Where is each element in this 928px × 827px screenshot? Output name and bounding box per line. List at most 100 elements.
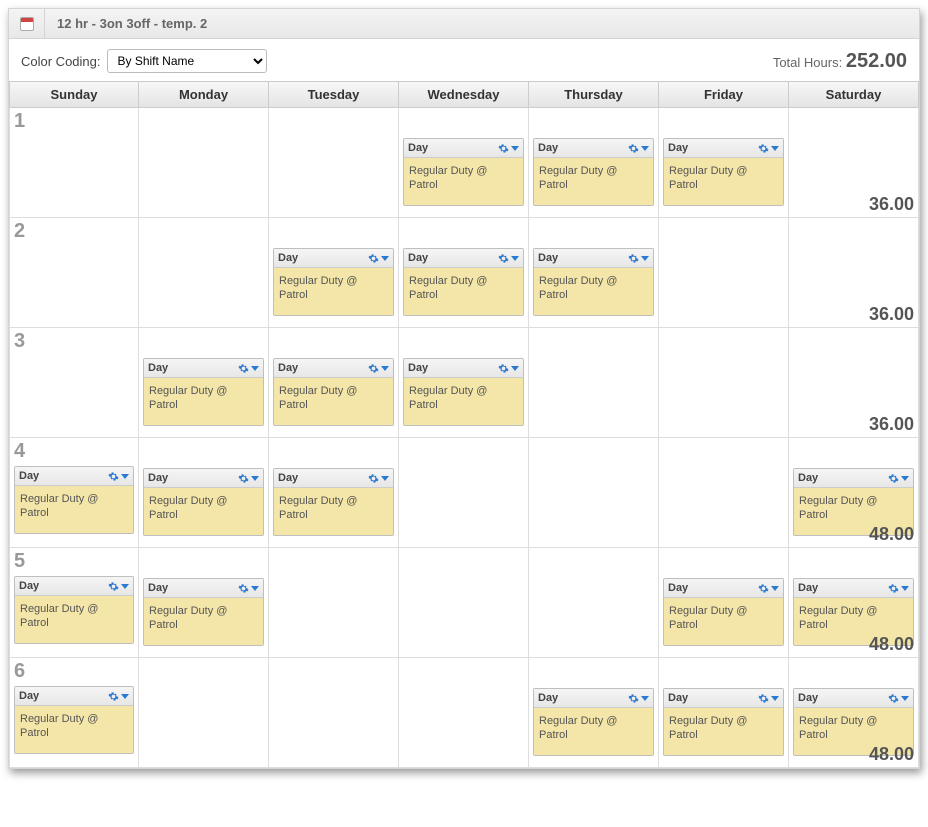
calendar-cell[interactable]	[269, 548, 399, 658]
gear-icon[interactable]	[888, 583, 899, 594]
gear-icon[interactable]	[758, 583, 769, 594]
calendar-cell[interactable]	[529, 548, 659, 658]
calendar-cell[interactable]: DayRegular Duty @ Patrol	[139, 438, 269, 548]
shift-card[interactable]: DayRegular Duty @ Patrol	[663, 688, 784, 756]
gear-icon[interactable]	[238, 473, 249, 484]
calendar-cell[interactable]	[139, 108, 269, 218]
chevron-down-icon[interactable]	[771, 586, 779, 591]
calendar-cell[interactable]	[269, 108, 399, 218]
calendar-cell[interactable]: 2	[9, 218, 139, 328]
shift-card[interactable]: DayRegular Duty @ Patrol	[273, 358, 394, 426]
calendar-cell[interactable]: DayRegular Duty @ Patrol	[659, 548, 789, 658]
calendar-cell[interactable]: 36.00	[789, 328, 919, 438]
chevron-down-icon[interactable]	[381, 256, 389, 261]
gear-icon[interactable]	[758, 143, 769, 154]
shift-card[interactable]: DayRegular Duty @ Patrol	[403, 358, 524, 426]
chevron-down-icon[interactable]	[771, 696, 779, 701]
calendar-cell[interactable]	[399, 438, 529, 548]
calendar-cell[interactable]: DayRegular Duty @ Patrol	[269, 328, 399, 438]
shift-card[interactable]: DayRegular Duty @ Patrol	[663, 138, 784, 206]
shift-card[interactable]: DayRegular Duty @ Patrol	[663, 578, 784, 646]
gear-icon[interactable]	[238, 583, 249, 594]
gear-icon[interactable]	[238, 363, 249, 374]
calendar-cell[interactable]	[659, 438, 789, 548]
calendar-cell[interactable]: 48.00DayRegular Duty @ Patrol	[789, 548, 919, 658]
calendar-cell[interactable]: DayRegular Duty @ Patrol	[659, 108, 789, 218]
chevron-down-icon[interactable]	[511, 256, 519, 261]
gear-icon[interactable]	[628, 253, 639, 264]
gear-icon[interactable]	[498, 253, 509, 264]
shift-card[interactable]: DayRegular Duty @ Patrol	[14, 466, 134, 534]
calendar-cell[interactable]: DayRegular Duty @ Patrol	[399, 108, 529, 218]
calendar-cell[interactable]: 5DayRegular Duty @ Patrol	[9, 548, 139, 658]
shift-card[interactable]: DayRegular Duty @ Patrol	[143, 578, 264, 646]
chevron-down-icon[interactable]	[641, 696, 649, 701]
chevron-down-icon[interactable]	[121, 694, 129, 699]
shift-card[interactable]: DayRegular Duty @ Patrol	[403, 248, 524, 316]
gear-icon[interactable]	[498, 143, 509, 154]
calendar-cell[interactable]	[529, 438, 659, 548]
calendar-cell[interactable]: DayRegular Duty @ Patrol	[529, 108, 659, 218]
calendar-cell[interactable]: 48.00DayRegular Duty @ Patrol	[789, 438, 919, 548]
calendar-cell[interactable]: 3	[9, 328, 139, 438]
chevron-down-icon[interactable]	[251, 586, 259, 591]
calendar-cell[interactable]	[399, 548, 529, 658]
calendar-cell[interactable]	[139, 218, 269, 328]
gear-icon[interactable]	[888, 473, 899, 484]
gear-icon[interactable]	[628, 143, 639, 154]
calendar-cell[interactable]: DayRegular Duty @ Patrol	[139, 548, 269, 658]
chevron-down-icon[interactable]	[511, 366, 519, 371]
calendar-cell[interactable]: 48.00DayRegular Duty @ Patrol	[789, 658, 919, 768]
chevron-down-icon[interactable]	[251, 366, 259, 371]
shift-card[interactable]: DayRegular Duty @ Patrol	[533, 248, 654, 316]
shift-card[interactable]: DayRegular Duty @ Patrol	[143, 468, 264, 536]
shift-card[interactable]: DayRegular Duty @ Patrol	[273, 468, 394, 536]
chevron-down-icon[interactable]	[381, 476, 389, 481]
chevron-down-icon[interactable]	[901, 696, 909, 701]
calendar-cell[interactable]	[529, 328, 659, 438]
gear-icon[interactable]	[888, 693, 899, 704]
chevron-down-icon[interactable]	[381, 366, 389, 371]
gear-icon[interactable]	[628, 693, 639, 704]
calendar-cell[interactable]: 4DayRegular Duty @ Patrol	[9, 438, 139, 548]
gear-icon[interactable]	[108, 471, 119, 482]
chevron-down-icon[interactable]	[121, 474, 129, 479]
calendar-cell[interactable]: DayRegular Duty @ Patrol	[659, 658, 789, 768]
calendar-cell[interactable]	[399, 658, 529, 768]
calendar-cell[interactable]	[659, 218, 789, 328]
calendar-cell[interactable]: DayRegular Duty @ Patrol	[399, 218, 529, 328]
calendar-cell[interactable]: 36.00	[789, 108, 919, 218]
calendar-cell[interactable]	[659, 328, 789, 438]
calendar-cell[interactable]: 1	[9, 108, 139, 218]
shift-card[interactable]: DayRegular Duty @ Patrol	[273, 248, 394, 316]
chevron-down-icon[interactable]	[511, 146, 519, 151]
shift-card[interactable]: DayRegular Duty @ Patrol	[14, 686, 134, 754]
gear-icon[interactable]	[758, 693, 769, 704]
calendar-cell[interactable]	[269, 658, 399, 768]
calendar-cell[interactable]: 6DayRegular Duty @ Patrol	[9, 658, 139, 768]
shift-card[interactable]: DayRegular Duty @ Patrol	[14, 576, 134, 644]
gear-icon[interactable]	[368, 253, 379, 264]
calendar-cell[interactable]: DayRegular Duty @ Patrol	[269, 218, 399, 328]
calendar-cell[interactable]: DayRegular Duty @ Patrol	[529, 658, 659, 768]
calendar-cell[interactable]: DayRegular Duty @ Patrol	[399, 328, 529, 438]
chevron-down-icon[interactable]	[251, 476, 259, 481]
chevron-down-icon[interactable]	[641, 146, 649, 151]
color-coding-select[interactable]: By Shift Name	[107, 49, 267, 73]
chevron-down-icon[interactable]	[901, 586, 909, 591]
calendar-cell[interactable]	[139, 658, 269, 768]
shift-card[interactable]: DayRegular Duty @ Patrol	[533, 138, 654, 206]
shift-card[interactable]: DayRegular Duty @ Patrol	[533, 688, 654, 756]
chevron-down-icon[interactable]	[771, 146, 779, 151]
gear-icon[interactable]	[108, 691, 119, 702]
gear-icon[interactable]	[368, 363, 379, 374]
gear-icon[interactable]	[498, 363, 509, 374]
shift-card[interactable]: DayRegular Duty @ Patrol	[143, 358, 264, 426]
chevron-down-icon[interactable]	[641, 256, 649, 261]
chevron-down-icon[interactable]	[901, 476, 909, 481]
gear-icon[interactable]	[368, 473, 379, 484]
chevron-down-icon[interactable]	[121, 584, 129, 589]
gear-icon[interactable]	[108, 581, 119, 592]
calendar-icon-box[interactable]	[9, 9, 45, 38]
calendar-cell[interactable]: DayRegular Duty @ Patrol	[529, 218, 659, 328]
